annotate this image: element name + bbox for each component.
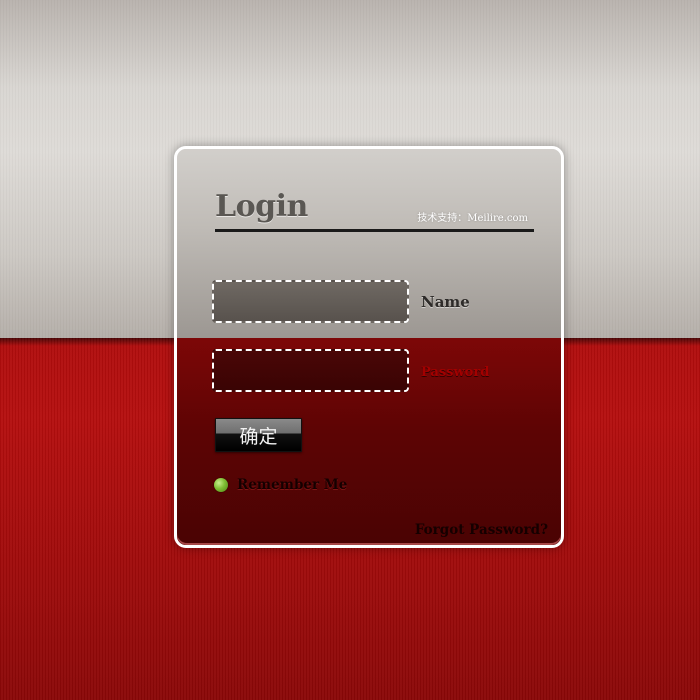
title-divider: [215, 229, 534, 232]
name-field[interactable]: [212, 280, 409, 323]
submit-button[interactable]: 确定: [215, 418, 302, 452]
name-input[interactable]: [214, 282, 407, 321]
name-label: Name: [421, 293, 470, 311]
green-dot-icon[interactable]: [214, 478, 228, 492]
password-label: Password: [421, 365, 490, 380]
page-title: Login: [215, 189, 308, 224]
forgot-password-link[interactable]: Forgot Password?: [415, 522, 548, 538]
support-credit: 技术支持：Meilire.com: [417, 213, 528, 224]
password-input[interactable]: [214, 351, 407, 390]
password-field[interactable]: [212, 349, 409, 392]
remember-me-label[interactable]: Remember Me: [237, 477, 347, 493]
login-panel: Login 技术支持：Meilire.com Name Password 确定 …: [174, 146, 564, 548]
